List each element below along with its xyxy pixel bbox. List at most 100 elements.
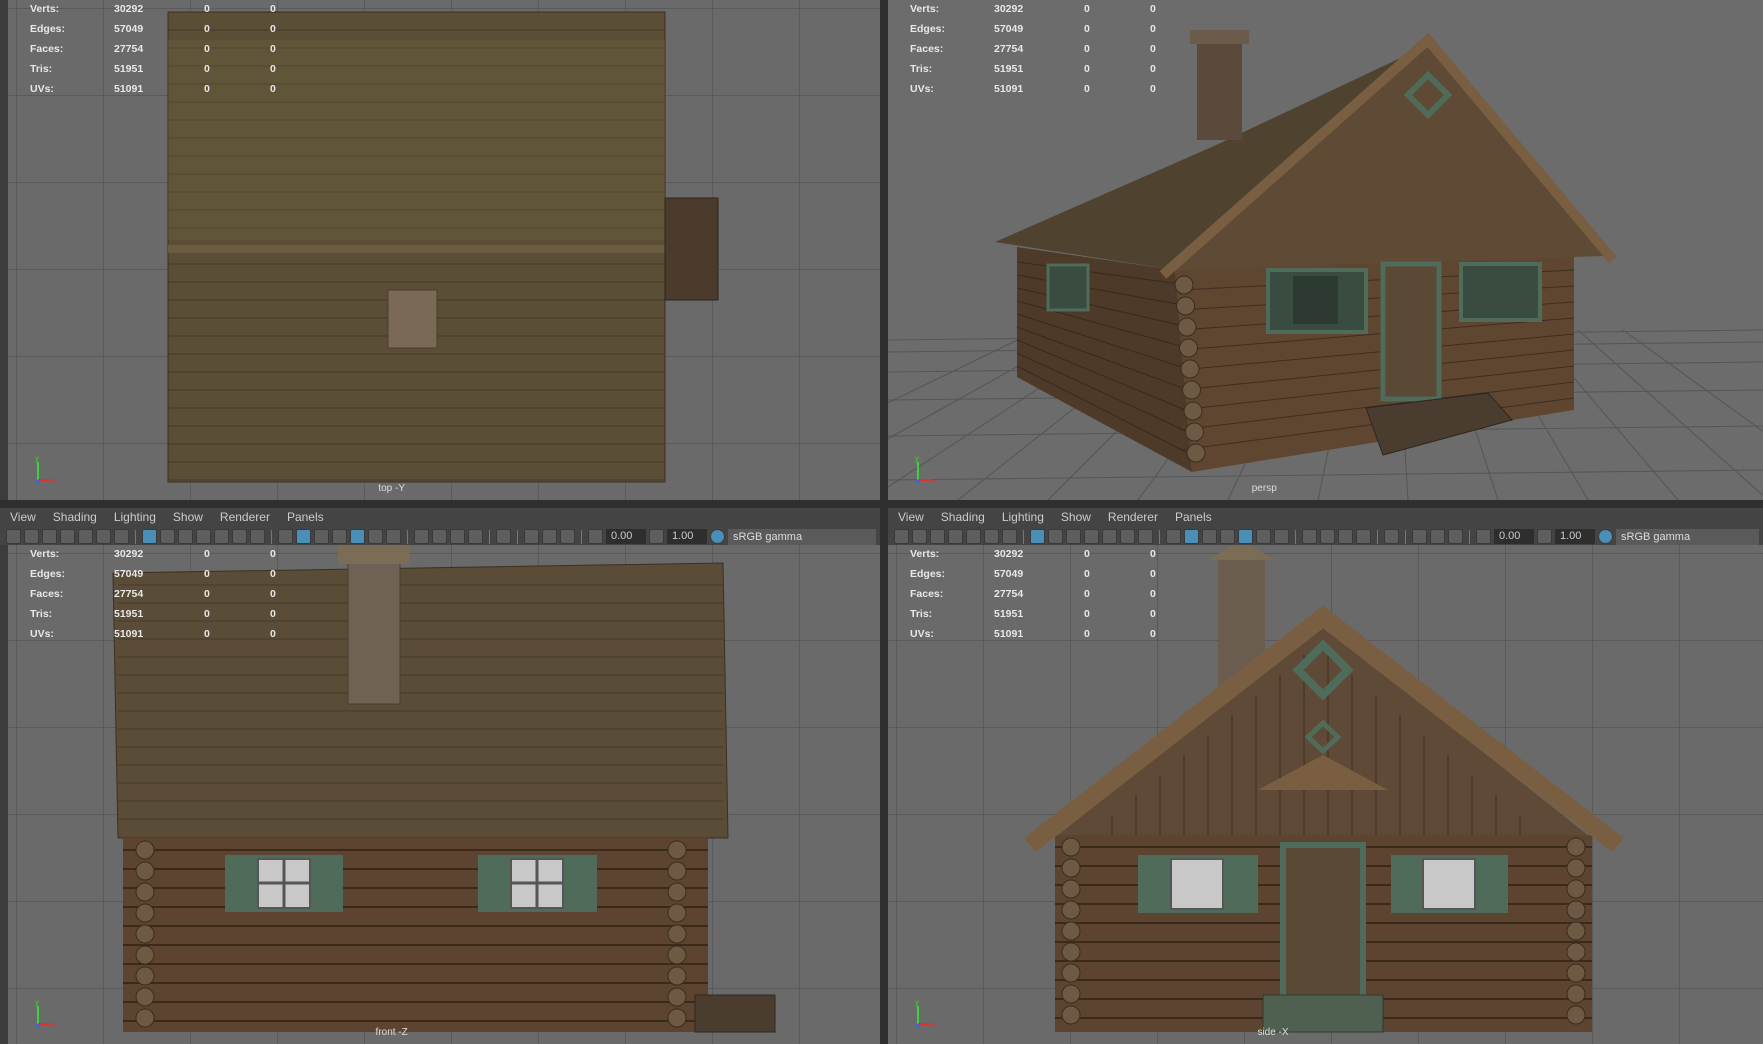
gamma-field[interactable]: 1.00 bbox=[1555, 529, 1595, 544]
grid-icon[interactable] bbox=[142, 529, 157, 544]
use-lights-icon[interactable] bbox=[368, 529, 383, 544]
color-management-icon[interactable] bbox=[1598, 529, 1613, 544]
shadows-icon[interactable] bbox=[1274, 529, 1289, 544]
wireframe-on-shaded-icon[interactable] bbox=[1220, 529, 1235, 544]
film-gate-icon[interactable] bbox=[1048, 529, 1063, 544]
field-chart-icon[interactable] bbox=[1102, 529, 1117, 544]
screen-ambient-occlusion-icon[interactable] bbox=[1302, 529, 1317, 544]
textured-icon[interactable] bbox=[350, 529, 365, 544]
gamma-icon[interactable] bbox=[1537, 529, 1552, 544]
menu-lighting[interactable]: Lighting bbox=[114, 510, 156, 524]
field-chart-icon[interactable] bbox=[214, 529, 229, 544]
use-lights-icon[interactable] bbox=[1256, 529, 1271, 544]
hud-label: Faces: bbox=[30, 43, 64, 55]
screen-ambient-occlusion-icon[interactable] bbox=[414, 529, 429, 544]
menu-panels[interactable]: Panels bbox=[1175, 510, 1212, 524]
shadows-icon[interactable] bbox=[386, 529, 401, 544]
grid-icon[interactable] bbox=[1030, 529, 1045, 544]
textured-icon[interactable] bbox=[1238, 529, 1253, 544]
menu-view[interactable]: View bbox=[898, 510, 924, 524]
image-plane-icon[interactable] bbox=[966, 529, 981, 544]
pane-divider-vertical[interactable] bbox=[880, 0, 888, 1044]
motion-blur-icon[interactable] bbox=[1320, 529, 1335, 544]
menu-show[interactable]: Show bbox=[173, 510, 203, 524]
toolbar-separator bbox=[1377, 529, 1378, 544]
menu-shading[interactable]: Shading bbox=[53, 510, 97, 524]
hud-value: 57049 bbox=[994, 568, 1024, 580]
pane-divider-horizontal[interactable] bbox=[0, 500, 1763, 508]
anti-aliasing-icon[interactable] bbox=[1338, 529, 1353, 544]
default-lighting-icon[interactable] bbox=[314, 529, 329, 544]
menu-panels[interactable]: Panels bbox=[287, 510, 324, 524]
xray-icon[interactable] bbox=[524, 529, 539, 544]
safe-title-icon[interactable] bbox=[1138, 529, 1153, 544]
camera-icon[interactable] bbox=[894, 529, 909, 544]
gate-mask-icon[interactable] bbox=[1084, 529, 1099, 544]
viewport-front[interactable]: Verts: 30292 0 0 Edges: 57049 0 0 Faces: 27754 0 0 T… bbox=[8, 545, 880, 1044]
bookmark-icon[interactable] bbox=[60, 529, 75, 544]
grease-pencil-icon[interactable] bbox=[1002, 529, 1017, 544]
toolbar-separator bbox=[135, 529, 136, 544]
film-gate-icon[interactable] bbox=[160, 529, 175, 544]
smooth-shade-icon[interactable] bbox=[1184, 529, 1199, 544]
xray-joints-icon[interactable] bbox=[542, 529, 557, 544]
image-plane-icon[interactable] bbox=[78, 529, 93, 544]
camera-attr-icon[interactable] bbox=[42, 529, 57, 544]
resolution-gate-icon[interactable] bbox=[1066, 529, 1081, 544]
hud-selected-uv: 0 bbox=[1150, 43, 1156, 55]
grease-pencil-icon[interactable] bbox=[114, 529, 129, 544]
gate-mask-icon[interactable] bbox=[196, 529, 211, 544]
exposure-field[interactable]: 0.00 bbox=[606, 529, 646, 544]
smooth-shade-icon[interactable] bbox=[296, 529, 311, 544]
hud-row: Edges: 57049 0 0 bbox=[26, 20, 316, 40]
motion-blur-icon[interactable] bbox=[432, 529, 447, 544]
xray-active-icon[interactable] bbox=[560, 529, 575, 544]
lock-camera-icon[interactable] bbox=[912, 529, 927, 544]
hud-label: Verts: bbox=[910, 548, 940, 560]
xray-icon[interactable] bbox=[1412, 529, 1427, 544]
lock-camera-icon[interactable] bbox=[24, 529, 39, 544]
viewport-top[interactable]: Verts: 30292 0 0 Edges: 57049 0 0 Faces: 27754 0 0 T… bbox=[8, 0, 880, 500]
menu-shading[interactable]: Shading bbox=[941, 510, 985, 524]
safe-action-icon[interactable] bbox=[232, 529, 247, 544]
viewport-persp[interactable]: Verts: 30292 0 0 Edges: 57049 0 0 Faces: 27754 0 0 T… bbox=[888, 0, 1763, 500]
color-management-icon[interactable] bbox=[710, 529, 725, 544]
depth-of-field-icon[interactable] bbox=[468, 529, 483, 544]
gamma-icon[interactable] bbox=[649, 529, 664, 544]
2d-pan-icon[interactable] bbox=[96, 529, 111, 544]
2d-pan-icon[interactable] bbox=[984, 529, 999, 544]
hud-row: Verts: 30292 0 0 bbox=[906, 0, 1196, 20]
wireframe-on-shaded-icon[interactable] bbox=[332, 529, 347, 544]
hud-selected-uv: 0 bbox=[270, 43, 276, 55]
hud-label: Verts: bbox=[910, 3, 940, 15]
xray-active-icon[interactable] bbox=[1448, 529, 1463, 544]
isolate-select-icon[interactable] bbox=[496, 529, 511, 544]
color-space-dropdown[interactable]: sRGB gamma bbox=[1616, 528, 1759, 545]
depth-of-field-icon[interactable] bbox=[1356, 529, 1371, 544]
toolbar-separator bbox=[1469, 529, 1470, 544]
camera-attr-icon[interactable] bbox=[930, 529, 945, 544]
menu-renderer[interactable]: Renderer bbox=[1108, 510, 1158, 524]
isolate-select-icon[interactable] bbox=[1384, 529, 1399, 544]
menu-lighting[interactable]: Lighting bbox=[1002, 510, 1044, 524]
safe-action-icon[interactable] bbox=[1120, 529, 1135, 544]
safe-title-icon[interactable] bbox=[250, 529, 265, 544]
gamma-field[interactable]: 1.00 bbox=[667, 529, 707, 544]
camera-icon[interactable] bbox=[6, 529, 21, 544]
hud-selected-uv: 0 bbox=[270, 63, 276, 75]
exposure-icon[interactable] bbox=[1476, 529, 1491, 544]
viewport-side[interactable]: Verts: 30292 0 0 Edges: 57049 0 0 Faces: 27754 0 0 T… bbox=[888, 545, 1763, 1044]
xray-joints-icon[interactable] bbox=[1430, 529, 1445, 544]
exposure-icon[interactable] bbox=[588, 529, 603, 544]
menu-show[interactable]: Show bbox=[1061, 510, 1091, 524]
exposure-field[interactable]: 0.00 bbox=[1494, 529, 1534, 544]
bookmark-icon[interactable] bbox=[948, 529, 963, 544]
menu-view[interactable]: View bbox=[10, 510, 36, 524]
wireframe-icon[interactable] bbox=[278, 529, 293, 544]
wireframe-icon[interactable] bbox=[1166, 529, 1181, 544]
menu-renderer[interactable]: Renderer bbox=[220, 510, 270, 524]
resolution-gate-icon[interactable] bbox=[178, 529, 193, 544]
color-space-dropdown[interactable]: sRGB gamma bbox=[728, 528, 876, 545]
anti-aliasing-icon[interactable] bbox=[450, 529, 465, 544]
default-lighting-icon[interactable] bbox=[1202, 529, 1217, 544]
